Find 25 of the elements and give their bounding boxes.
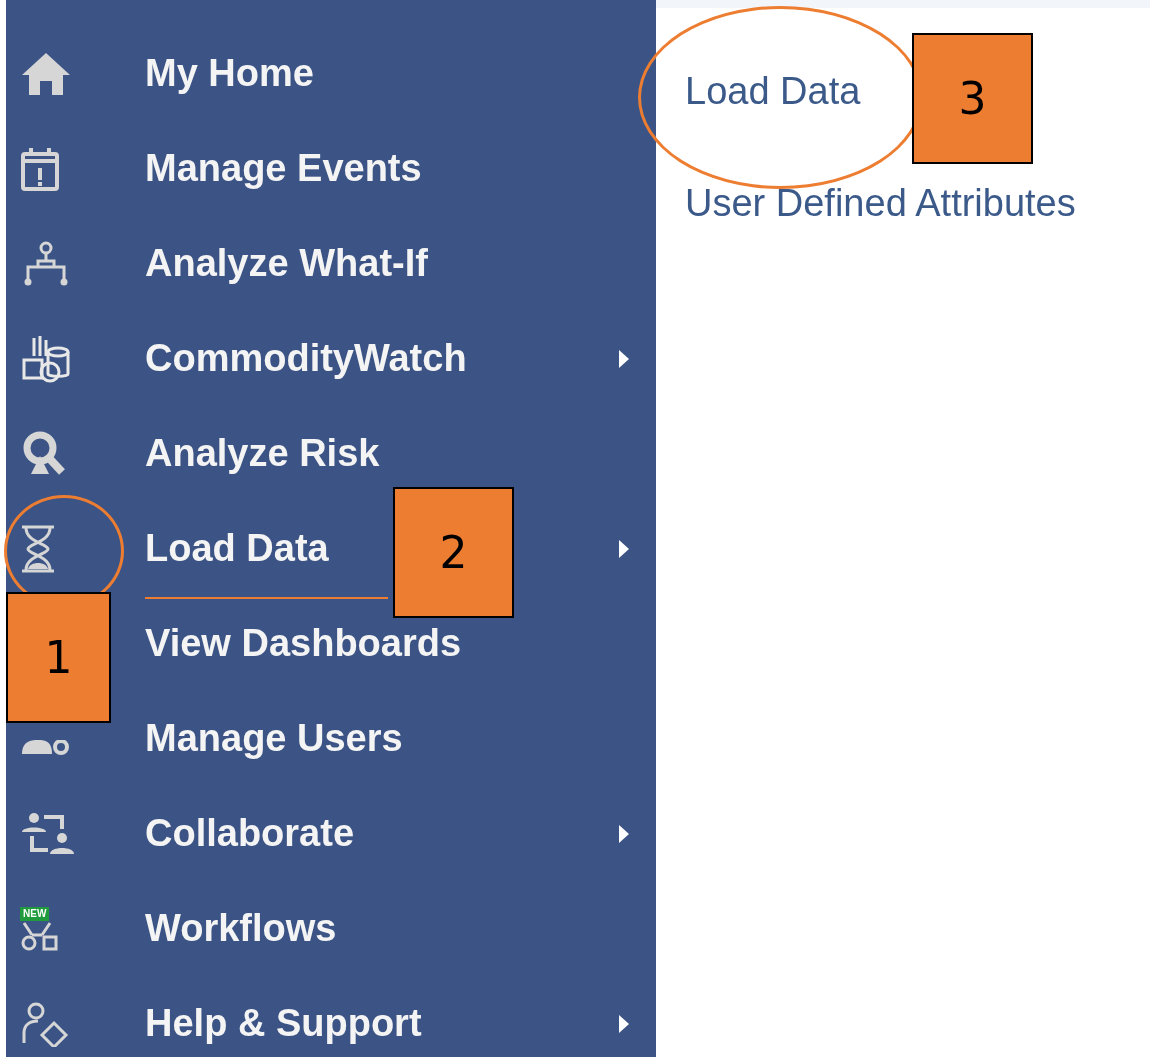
menu-item[interactable]: Manage Users — [145, 717, 403, 760]
flow-icon — [20, 920, 60, 951]
menu-item[interactable]: Load Data — [145, 527, 329, 570]
calendar-icon — [20, 145, 60, 192]
new-badge: NEW — [20, 906, 50, 921]
step-number: 1 — [6, 592, 111, 723]
menu-item[interactable]: Help & Support — [145, 1002, 422, 1045]
step-number: 3 — [912, 33, 1033, 164]
menu-item[interactable]: Manage Events — [145, 147, 422, 190]
menu-item[interactable]: View Dashboards — [145, 622, 462, 665]
menu-item[interactable]: Collaborate — [145, 812, 355, 855]
menu-item[interactable]: Analyze Risk — [145, 432, 380, 475]
menu-item[interactable]: Analyze What-If — [145, 242, 428, 285]
home-icon — [20, 50, 72, 97]
step-number: 2 — [393, 487, 514, 618]
menu-item[interactable]: Workflows — [145, 907, 337, 950]
submenu-link[interactable]: Load Data — [685, 70, 861, 112]
user-gear-icon — [20, 739, 70, 756]
menu-item[interactable]: My Home — [145, 52, 314, 95]
menu-item[interactable]: CommodityWatch — [145, 337, 467, 380]
person-tag-icon — [20, 1000, 70, 1047]
people-icon — [20, 811, 76, 856]
coins-icon — [20, 333, 70, 384]
submenu-link[interactable]: User Defined Attributes — [685, 182, 1076, 224]
hourglass-icon — [20, 523, 56, 574]
